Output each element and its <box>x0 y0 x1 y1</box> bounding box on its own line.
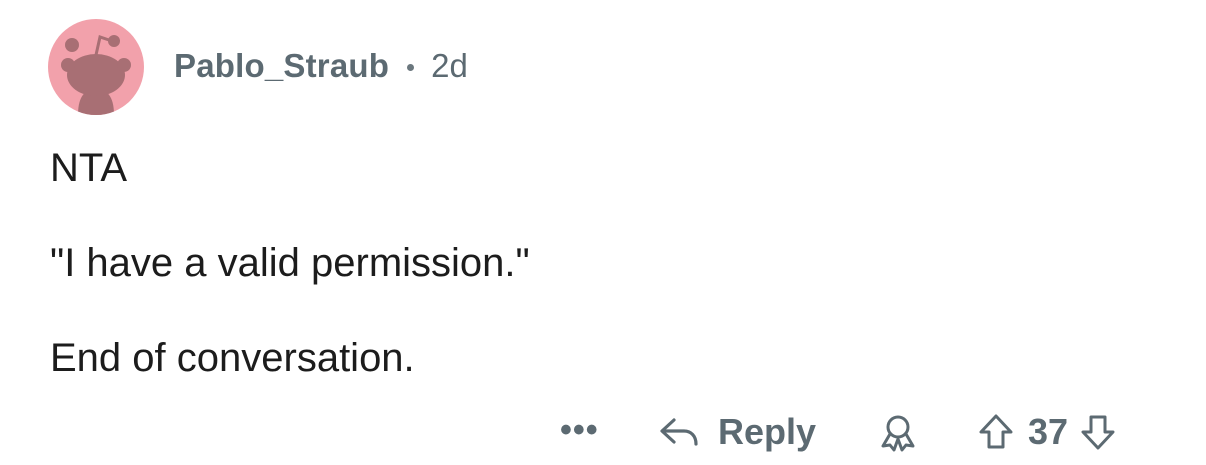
comment-paragraph: NTA <box>50 146 128 190</box>
vote-controls: 37 <box>978 411 1116 453</box>
comment-age: 2d <box>431 47 468 84</box>
reply-arrow-icon <box>660 418 698 446</box>
comment: Pablo_Straub 2d NTA "I have a valid perm… <box>0 0 1206 465</box>
upvote-icon[interactable] <box>978 412 1014 452</box>
comment-header: Pablo_Straub 2d <box>48 18 468 116</box>
award-button[interactable] <box>879 413 917 453</box>
vote-score: 37 <box>1028 411 1069 452</box>
comment-paragraph: End of conversation. <box>50 336 415 380</box>
reply-label: Reply <box>718 411 817 452</box>
author-username[interactable]: Pablo_Straub <box>174 47 389 85</box>
comment-actions: ••• Reply 37 <box>0 405 1206 457</box>
comment-meta: Pablo_Straub 2d <box>174 47 468 85</box>
award-icon <box>881 415 915 452</box>
avatar[interactable] <box>48 19 144 115</box>
more-options-button[interactable]: ••• <box>560 411 599 450</box>
reply-button[interactable]: Reply <box>658 411 816 453</box>
downvote-icon[interactable] <box>1080 412 1116 452</box>
comment-paragraph: "I have a valid permission." <box>50 241 530 285</box>
more-icon: ••• <box>560 411 599 449</box>
snoo-avatar-icon <box>48 19 144 115</box>
separator-dot <box>407 63 415 71</box>
